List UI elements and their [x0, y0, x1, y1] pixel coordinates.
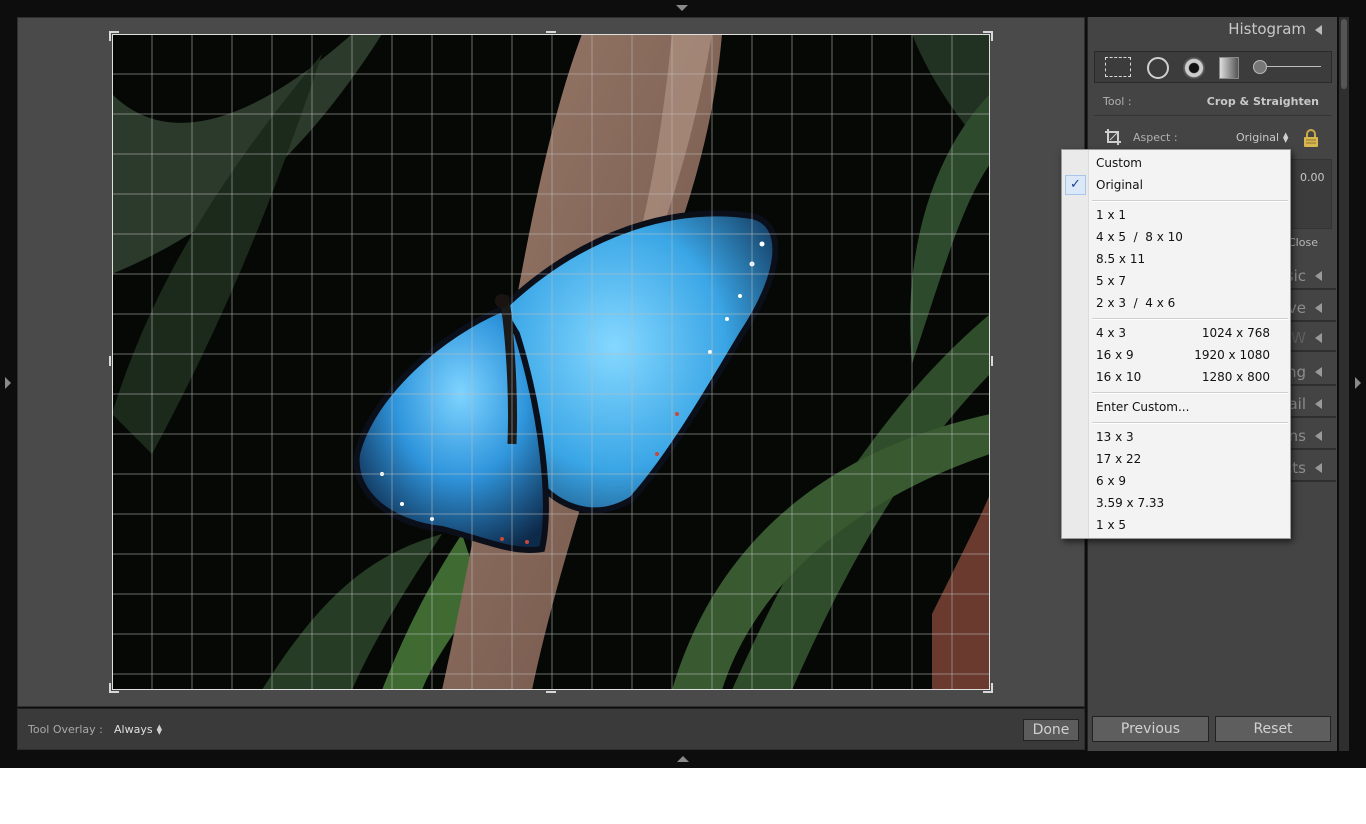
tool-overlay-value: Always	[114, 723, 153, 736]
menu-item-16x9[interactable]: 16 x 9 1920 x 1080	[1062, 344, 1290, 366]
updown-arrows-icon: ▲ ▼	[1283, 131, 1289, 144]
done-button[interactable]: Done	[1023, 719, 1079, 741]
aspect-select[interactable]: Original ▲ ▼	[1236, 131, 1289, 144]
menu-item-6x9[interactable]: 6 x 9	[1062, 470, 1290, 492]
crop-handle-right[interactable]	[991, 356, 993, 366]
section-title: ns	[1288, 427, 1306, 445]
image-workspace	[17, 17, 1085, 707]
right-panel-toggle-icon[interactable]	[1355, 377, 1361, 389]
collapse-triangle-icon	[1315, 463, 1322, 473]
menu-item-8-5x11[interactable]: 8.5 x 11	[1062, 248, 1290, 270]
menu-item-17x22[interactable]: 17 x 22	[1062, 448, 1290, 470]
crop-handle-bottom-left-v[interactable]	[109, 683, 111, 693]
top-panel-toggle-icon[interactable]	[676, 5, 688, 11]
tool-overlay-label: Tool Overlay :	[28, 723, 103, 736]
left-panel-toggle-icon[interactable]	[5, 377, 11, 389]
histogram-title: Histogram	[1228, 20, 1306, 38]
menu-item-enter-custom[interactable]: Enter Custom...	[1062, 396, 1290, 418]
menu-item-custom[interactable]: Custom	[1062, 152, 1290, 174]
section-title: W	[1291, 329, 1306, 347]
section-title: ail	[1288, 395, 1306, 413]
menu-item-3-59x7-33[interactable]: 3.59 x 7.33	[1062, 492, 1290, 514]
histogram-header[interactable]: Histogram	[1088, 17, 1336, 43]
collapse-triangle-icon	[1315, 399, 1322, 409]
bottom-toolbar: Tool Overlay : Always ▲ ▼ Done	[17, 708, 1085, 750]
brush-slider-knob	[1253, 60, 1267, 74]
lock-icon[interactable]	[1302, 128, 1320, 148]
aspect-label: Aspect :	[1133, 131, 1178, 144]
close-button[interactable]: Close	[1288, 236, 1318, 249]
crop-handle-left[interactable]	[109, 356, 111, 366]
menu-separator	[1092, 318, 1288, 320]
tool-value: Crop & Straighten	[1206, 95, 1319, 108]
menu-item-1x5[interactable]: 1 x 5	[1062, 514, 1290, 536]
aspect-value: Original	[1236, 131, 1280, 144]
crop-handle-bottom-right-v[interactable]	[991, 683, 993, 693]
scrollbar-thumb[interactable]	[1341, 19, 1347, 89]
divider	[1094, 115, 1332, 116]
crop-handle-top-left-v[interactable]	[109, 31, 111, 41]
menu-item-4x3[interactable]: 4 x 3 1024 x 768	[1062, 322, 1290, 344]
menu-separator	[1092, 200, 1288, 202]
brush-slider-line	[1265, 66, 1321, 67]
collapse-triangle-icon	[1315, 367, 1322, 377]
updown-arrows-icon: ▲ ▼	[156, 723, 162, 736]
menu-item-13x3[interactable]: 13 x 3	[1062, 426, 1290, 448]
checkmark-icon: ✓	[1065, 175, 1086, 195]
crop-overlay-icon[interactable]	[1104, 128, 1122, 146]
collapse-triangle-icon	[1315, 333, 1322, 343]
photo-canvas	[112, 34, 990, 690]
crop-marquee-icon[interactable]	[1105, 57, 1131, 77]
menu-item-original[interactable]: ✓ Original	[1062, 174, 1290, 196]
right-panel-scrollbar[interactable]	[1339, 17, 1349, 751]
menu-item-4x5[interactable]: 4 x 5 / 8 x 10	[1062, 226, 1290, 248]
crop-handle-top-right-v[interactable]	[991, 31, 993, 41]
tool-strip	[1094, 51, 1332, 83]
aspect-dropdown-menu: Custom ✓ Original 1 x 1 4 x 5 / 8 x 10 8…	[1061, 149, 1291, 539]
tool-label: Tool :	[1103, 95, 1132, 108]
bottom-panel-toggle-icon[interactable]	[677, 756, 689, 762]
collapse-triangle-icon	[1315, 25, 1322, 35]
crop-handle-bottom[interactable]	[546, 691, 556, 693]
menu-separator	[1092, 422, 1288, 424]
butterfly-photo[interactable]	[112, 34, 990, 690]
menu-item-1x1[interactable]: 1 x 1	[1062, 204, 1290, 226]
menu-separator	[1092, 392, 1288, 394]
angle-value[interactable]: 0.00	[1300, 171, 1325, 184]
collapse-triangle-icon	[1315, 431, 1322, 441]
menu-item-16x10[interactable]: 16 x 10 1280 x 800	[1062, 366, 1290, 388]
tool-overlay-select[interactable]: Always ▲ ▼	[114, 723, 163, 736]
reset-button[interactable]: Reset	[1215, 716, 1331, 742]
spot-removal-icon[interactable]	[1147, 57, 1169, 79]
red-eye-icon[interactable]	[1183, 57, 1205, 79]
menu-item-5x7[interactable]: 5 x 7	[1062, 270, 1290, 292]
crop-handle-top[interactable]	[546, 31, 556, 33]
collapse-triangle-icon	[1315, 303, 1322, 313]
lightroom-develop-window: Tool Overlay : Always ▲ ▼ Done Histogram T…	[0, 0, 1366, 768]
collapse-triangle-icon	[1315, 271, 1322, 281]
adjustment-brush-icon[interactable]	[1253, 58, 1321, 76]
menu-item-2x3[interactable]: 2 x 3 / 4 x 6	[1062, 292, 1290, 314]
graduated-filter-icon[interactable]	[1219, 57, 1239, 79]
previous-button[interactable]: Previous	[1092, 716, 1209, 742]
